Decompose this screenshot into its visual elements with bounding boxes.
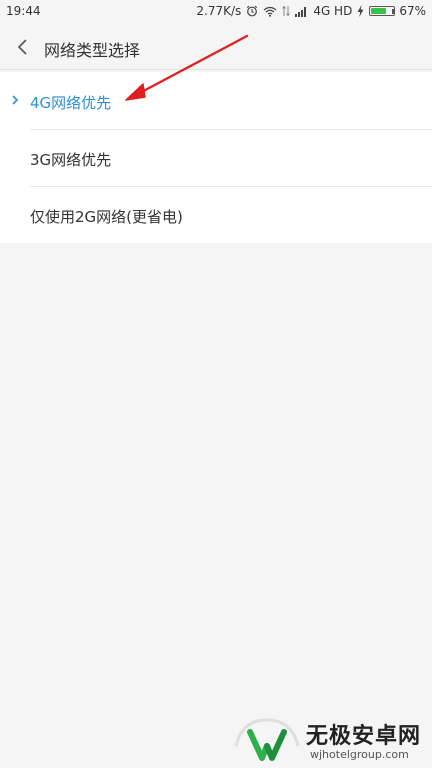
option-3g-preferred[interactable]: 3G网络优先	[0, 129, 432, 186]
status-bar: 19:44 2.77K/s 4G HD 67%	[0, 0, 432, 24]
charging-icon	[357, 5, 364, 17]
watermark: 无极安卓网 wjhotelgroup.com	[230, 712, 430, 766]
wifi-icon	[263, 6, 277, 17]
watermark-url: wjhotelgroup.com	[310, 748, 409, 761]
page-title: 网络类型选择	[44, 41, 141, 60]
option-2g-only[interactable]: 仅使用2G网络(更省电)	[0, 186, 432, 243]
network-type-list: 4G网络优先 3G网络优先 仅使用2G网络(更省电)	[0, 72, 432, 243]
app-header: 网络类型选择	[0, 24, 432, 70]
watermark-logo	[234, 718, 300, 761]
battery-percent: 67%	[399, 4, 426, 18]
signal-icon	[295, 6, 308, 17]
option-label: 4G网络优先	[30, 94, 112, 112]
status-time: 19:44	[6, 4, 41, 18]
status-indicators: 2.77K/s 4G HD 67%	[196, 4, 426, 18]
battery-icon	[369, 6, 396, 16]
option-label: 3G网络优先	[30, 151, 112, 169]
header-divider	[0, 69, 432, 70]
network-type: 4G HD	[313, 4, 353, 18]
option-4g-preferred[interactable]: 4G网络优先	[0, 72, 432, 129]
chevron-left-icon	[17, 39, 27, 55]
checkmark-icon	[10, 94, 20, 106]
alarm-icon	[246, 5, 258, 17]
back-button[interactable]	[10, 34, 36, 60]
data-arrows-icon	[282, 5, 291, 17]
option-label: 仅使用2G网络(更省电)	[30, 208, 183, 226]
network-speed: 2.77K/s	[196, 4, 242, 18]
watermark-brand: 无极安卓网	[306, 724, 422, 749]
